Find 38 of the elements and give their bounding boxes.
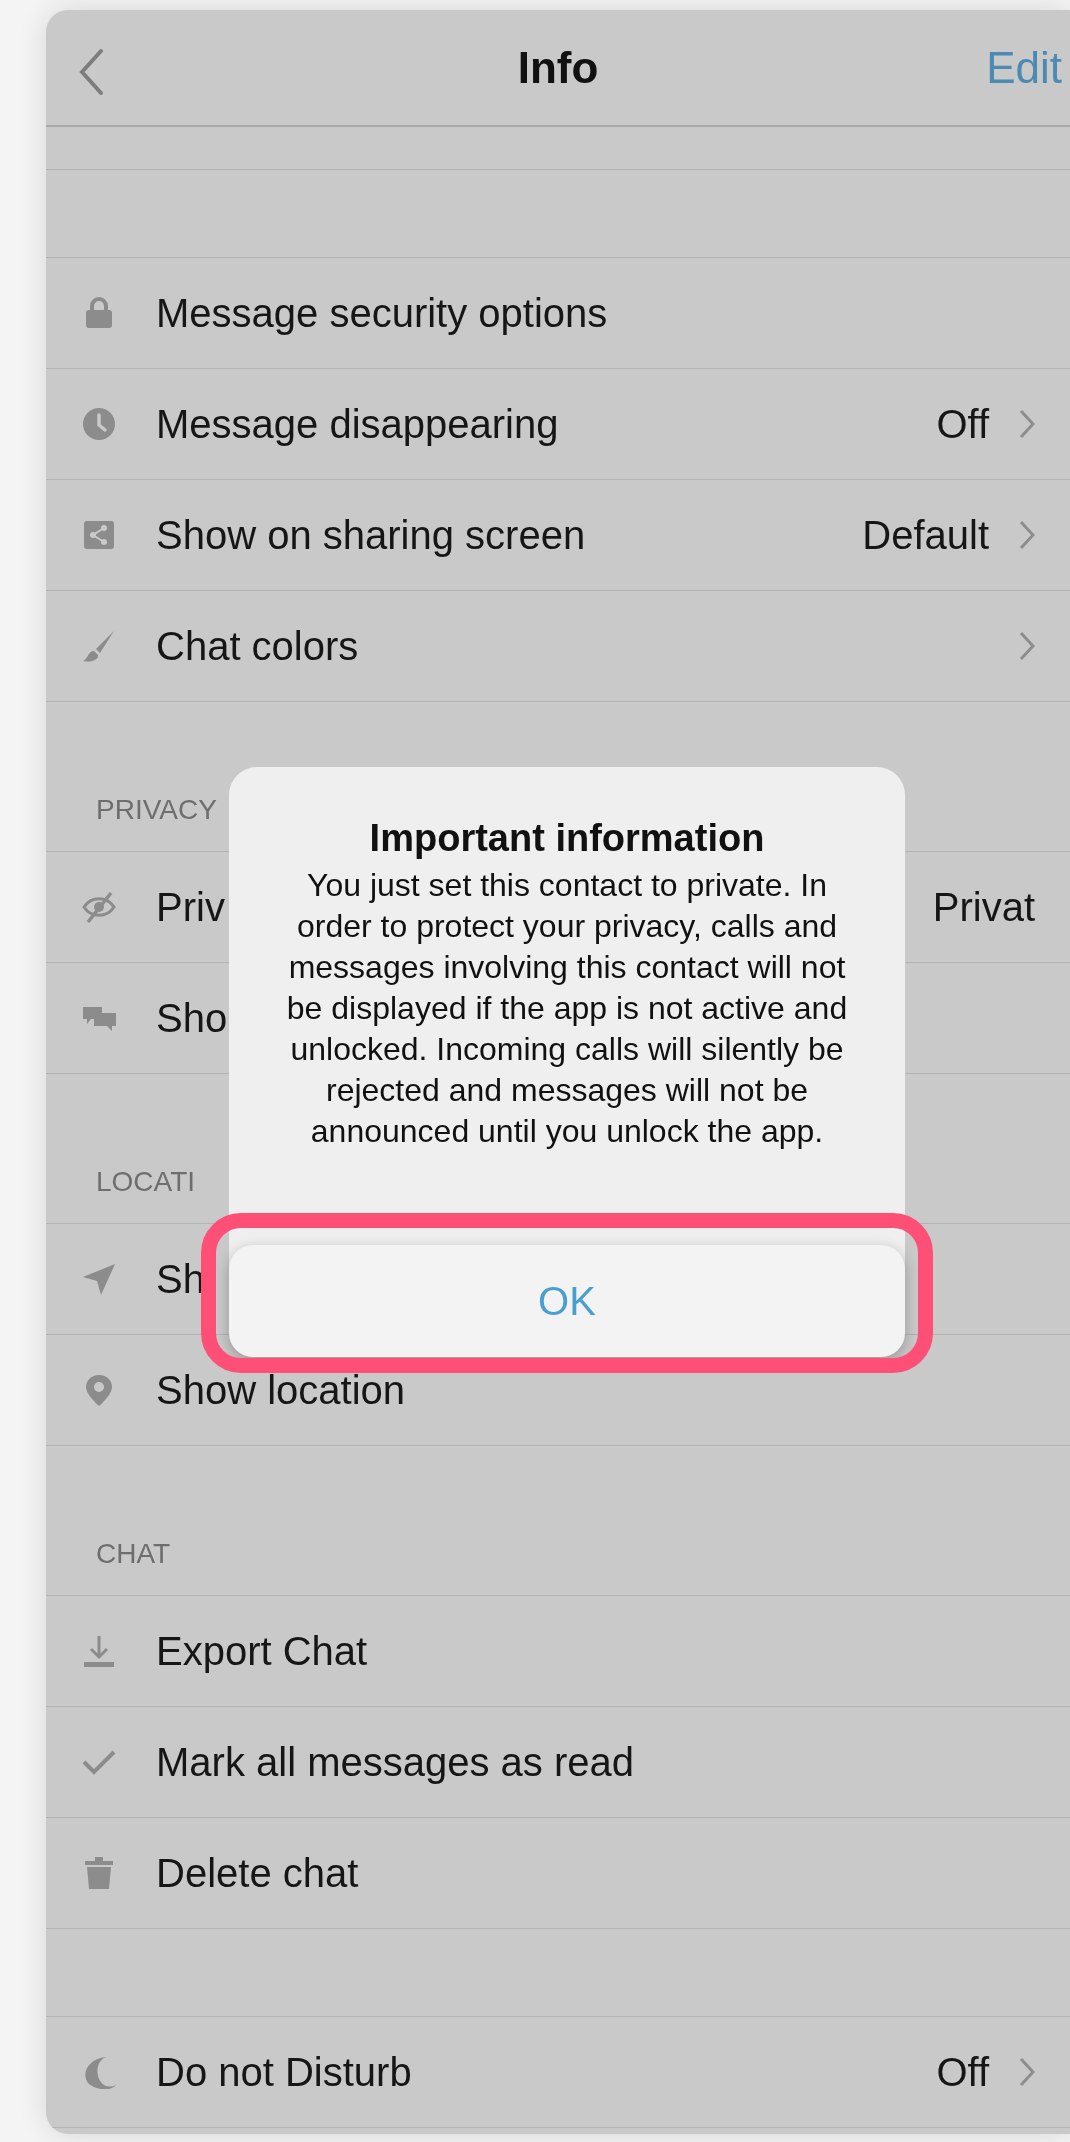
settings-row[interactable]: Delete chat (46, 1818, 1070, 1929)
row-label: Chat colors (156, 623, 359, 670)
row-label: Message security options (156, 290, 608, 337)
settings-row[interactable]: Mark all messages as read (46, 1707, 1070, 1818)
row-label: Message disappearing (156, 401, 559, 448)
row-value: Default (862, 512, 989, 559)
row-label: Show location (156, 1367, 406, 1414)
location-arrow-icon (82, 1262, 116, 1296)
clock-icon (82, 407, 116, 441)
settings-row[interactable]: Do not Disturb Off (46, 2017, 1070, 2128)
settings-row[interactable]: Message disappearing Off (46, 369, 1070, 480)
settings-row[interactable]: Show on sharing screen Default (46, 480, 1070, 591)
settings-row[interactable]: Chat colors (46, 591, 1070, 702)
settings-row[interactable]: Export Chat (46, 1596, 1070, 1707)
row-value: Off (936, 2049, 989, 2096)
download-icon (82, 1634, 116, 1668)
back-icon[interactable] (77, 48, 105, 96)
row-label: Sh (156, 1256, 205, 1303)
row-value: Off (936, 401, 989, 448)
section-header: LOCATI (96, 1165, 196, 1199)
dialog-title: Important information (369, 816, 765, 861)
row-label: Priv (156, 884, 225, 931)
share-icon (82, 518, 116, 552)
moon-icon (82, 2055, 116, 2089)
eye-slash-icon (82, 890, 116, 924)
row-label: Export Chat (156, 1628, 368, 1675)
row-label: Mark all messages as read (156, 1739, 634, 1786)
dialog-message: You just set this contact to private. In order to protect your privacy, calls and messages involving this contact will not be displayed if the app is not active and unlocked. Incoming calls will silently be rejected and messages will not be announced until you unlock the app. (285, 866, 849, 1151)
trash-icon (82, 1856, 116, 1890)
row-value: Privat (932, 884, 1035, 931)
row-label: Do not Disturb (156, 2049, 412, 2096)
section-header: CHAT (96, 1537, 171, 1571)
row-label: Delete chat (156, 1850, 359, 1897)
row-label: Sho (156, 995, 228, 1042)
settings-row[interactable]: Message security options (46, 258, 1070, 369)
screen-title: Info (517, 41, 599, 94)
section-header: PRIVACY (96, 793, 217, 827)
row-label: Show on sharing screen (156, 512, 586, 559)
